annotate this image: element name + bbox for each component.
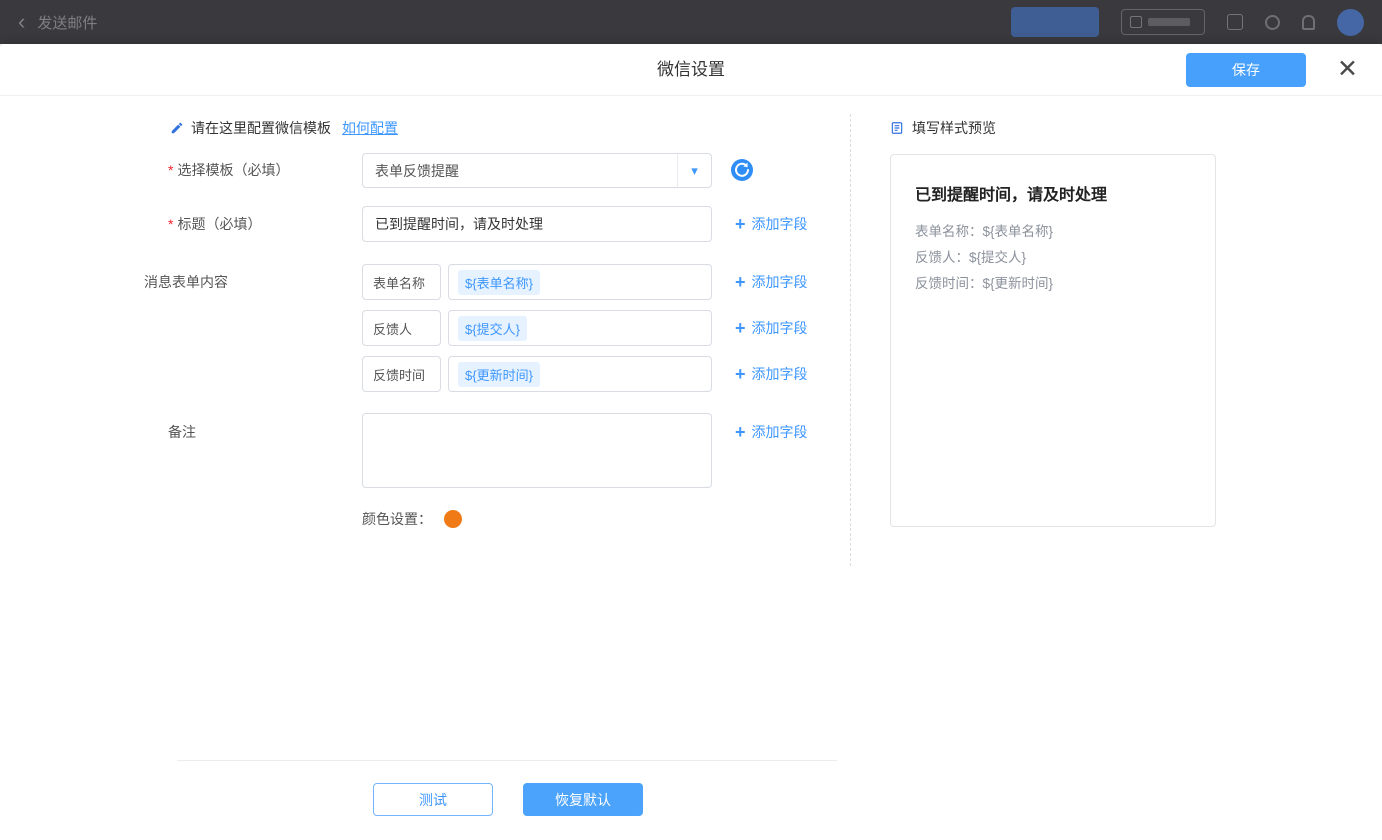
plus-icon: + [735,319,746,337]
add-field-content-button[interactable]: + 添加字段 [735,318,808,338]
modal-title: 微信设置 [0,44,1382,96]
color-setting-row: 颜色设置： [362,509,462,529]
content-value-input[interactable]: ${更新时间} [448,356,712,392]
variable-tag[interactable]: ${表单名称} [458,270,540,295]
preview-line: 反馈人：${提交人} [915,245,1191,271]
content-label: 消息表单内容 [144,272,228,292]
variable-tag[interactable]: ${更新时间} [458,362,540,387]
page-title: 发送邮件 [37,12,97,33]
content-row: ${提交人} [362,310,712,346]
template-select[interactable]: 表单反馈提醒 ▾ [362,153,712,188]
preview-card-title: 已到提醒时间，请及时处理 [915,181,1191,205]
title-input[interactable] [362,206,712,242]
add-field-remark-button[interactable]: + 添加字段 [735,422,808,442]
topbar-script-button[interactable] [1121,9,1205,35]
title-label: *标题（必填） [168,214,261,234]
content-row: ${表单名称} [362,264,712,300]
content-value-input[interactable]: ${表单名称} [448,264,712,300]
refresh-icon[interactable] [730,158,754,182]
color-label: 颜色设置： [362,509,432,529]
content-key-input[interactable] [362,310,441,346]
wechat-settings-modal: 微信设置 保存 ✕ 请在这里配置微信模板 如何配置 *选择模板（必填） 表单反馈… [0,44,1382,840]
config-hint-text: 请在这里配置微信模板 [191,118,331,138]
close-icon[interactable]: ✕ [1337,55,1358,83]
remark-label: 备注 [168,422,196,442]
pencil-icon [170,121,184,135]
template-label: *选择模板（必填） [168,160,289,180]
restore-default-button[interactable]: 恢复默认 [523,783,643,816]
required-mark: * [168,216,173,232]
topbar-primary-button[interactable] [1011,7,1099,37]
preview-line: 反馈时间：${更新时间} [915,271,1191,297]
preview-card: 已到提醒时间，请及时处理 表单名称：${表单名称} 反馈人：${提交人} 反馈时… [890,154,1216,527]
remark-textarea[interactable] [362,413,712,488]
plus-icon: + [735,215,746,233]
plus-icon: + [735,273,746,291]
bell-icon[interactable] [1302,15,1315,30]
script-label-placeholder [1148,18,1190,26]
preview-line: 表单名称：${表单名称} [915,219,1191,245]
template-select-value: 表单反馈提醒 [363,161,677,181]
save-button[interactable]: 保存 [1186,53,1306,87]
config-hint-row: 请在这里配置微信模板 如何配置 [170,118,398,138]
grid-icon[interactable] [1227,14,1243,30]
how-to-configure-link[interactable]: 如何配置 [342,118,398,138]
script-icon [1130,16,1142,28]
back-chevron-icon[interactable]: ‹ [18,11,25,33]
topbar-right [1011,7,1364,37]
content-row: ${更新时间} [362,356,712,392]
add-field-content-button[interactable]: + 添加字段 [735,272,808,292]
color-swatch[interactable] [444,510,462,528]
footer-divider [177,760,837,761]
variable-tag[interactable]: ${提交人} [458,316,527,341]
required-mark: * [168,162,173,178]
content-value-input[interactable]: ${提交人} [448,310,712,346]
preview-header: 填写样式预览 [890,118,996,138]
form-preview-icon [890,121,904,135]
content-key-input[interactable] [362,356,441,392]
avatar[interactable] [1337,9,1364,36]
plus-icon: + [735,365,746,383]
add-field-content-button[interactable]: + 添加字段 [735,364,808,384]
vertical-divider [850,114,851,566]
modal-header: 微信设置 保存 ✕ [0,44,1382,96]
help-icon[interactable] [1265,15,1280,30]
plus-icon: + [735,423,746,441]
topbar-left: ‹ 发送邮件 [18,11,97,33]
topbar: ‹ 发送邮件 [0,0,1382,44]
test-button[interactable]: 测试 [373,783,493,816]
chevron-down-icon[interactable]: ▾ [677,154,711,187]
add-field-title-button[interactable]: + 添加字段 [735,214,808,234]
content-key-input[interactable] [362,264,441,300]
